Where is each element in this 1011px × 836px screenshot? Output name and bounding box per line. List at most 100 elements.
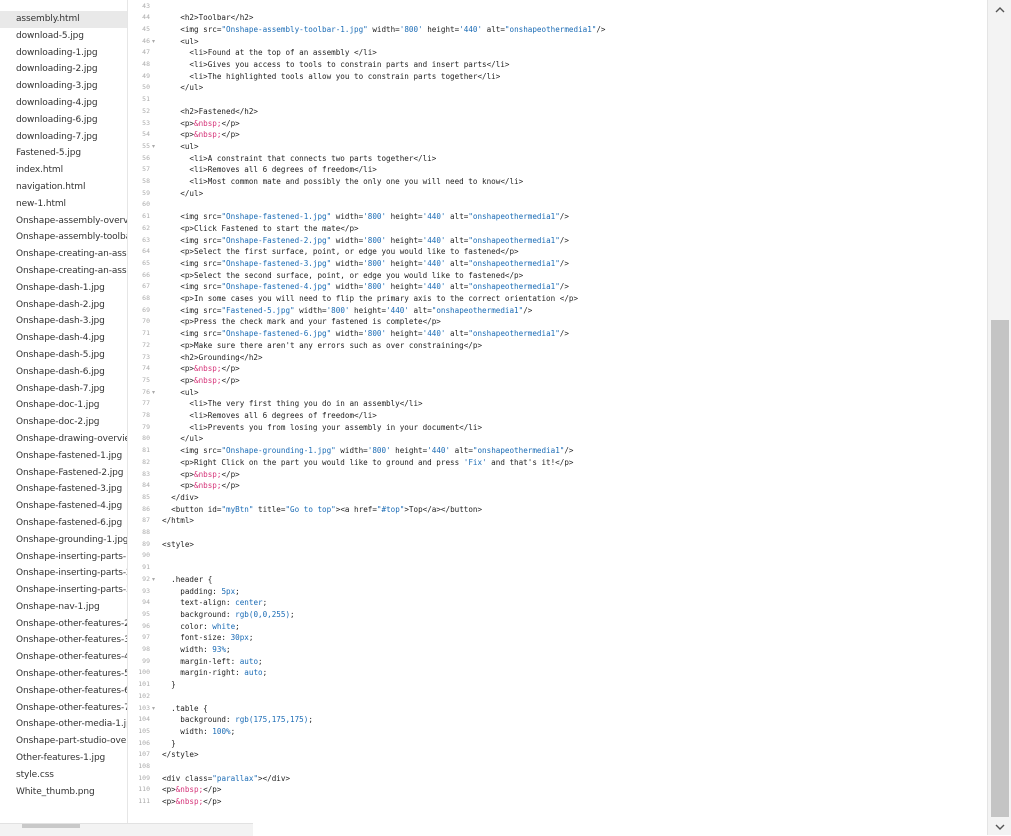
file-item[interactable]: downloading-1.jpg [0,45,127,62]
file-item[interactable]: Onshape-dash-4.jpg [0,330,127,347]
code-line[interactable]: <p>Select the first surface, point, or e… [162,246,518,258]
editor-scrollbar-thumb[interactable] [991,320,1009,817]
file-item[interactable]: style.css [0,767,127,784]
code-line[interactable]: <img src="Onshape-fastened-1.jpg" width=… [162,211,569,223]
file-item[interactable]: navigation.html [0,179,127,196]
file-item[interactable]: Onshape-nav-1.jpg [0,599,127,616]
file-item[interactable]: Onshape-fastened-1.jpg [0,448,127,465]
fold-toggle-icon[interactable]: ▾ [152,703,155,715]
file-item[interactable]: Onshape-creating-an-asse [0,263,127,280]
code-line[interactable]: <li>Most common mate and possibly the on… [162,176,523,188]
file-item[interactable]: downloading-7.jpg [0,129,127,146]
code-line[interactable]: <p>Right Click on the part you would lik… [162,457,573,469]
file-item[interactable]: Onshape-other-features-3. [0,632,127,649]
file-item[interactable]: Onshape-other-features-4. [0,649,127,666]
fold-toggle-icon[interactable]: ▾ [152,36,155,48]
code-line[interactable]: <button id="myBtn" title="Go to top"><a … [162,504,482,516]
code-line[interactable]: <h2>Fastened</h2> [162,106,258,118]
code-line[interactable]: <img src="Fastened-5.jpg" width='800' he… [162,305,532,317]
code-line[interactable]: <p>&nbsp;</p> [162,118,239,130]
code-line[interactable]: </ul> [162,188,203,200]
file-item[interactable]: Onshape-inserting-parts-1. [0,549,127,566]
code-editor[interactable]: <h2>Toolbar</h2> <img src="Onshape-assem… [162,0,984,823]
file-item[interactable]: Onshape-other-features-2. [0,616,127,633]
file-item[interactable]: Onshape-other-features-6. [0,683,127,700]
file-item[interactable]: Onshape-dash-1.jpg [0,280,127,297]
code-line[interactable]: <p>Press the check mark and your fastene… [162,316,441,328]
file-item[interactable]: download-5.jpg [0,28,127,45]
file-item[interactable]: Onshape-Fastened-2.jpg [0,465,127,482]
code-line[interactable]: <li>Gives you access to tools to constra… [162,59,509,71]
file-item[interactable]: Onshape-assembly-toolba [0,229,127,246]
code-line[interactable]: <p>&nbsp;</p> [162,469,239,481]
file-item[interactable]: Onshape-dash-6.jpg [0,364,127,381]
file-item[interactable]: Onshape-assembly-overv [0,213,127,230]
file-item[interactable]: downloading-2.jpg [0,61,127,78]
code-line[interactable]: padding: 5px; [162,586,239,598]
file-item[interactable]: Onshape-other-features-5. [0,666,127,683]
code-line[interactable]: <li>A constraint that connects two parts… [162,153,436,165]
code-line[interactable]: color: white; [162,621,239,633]
file-item[interactable]: White_thumb.png [0,784,127,801]
code-line[interactable]: <p>&nbsp;</p> [162,363,239,375]
file-item[interactable]: new-1.html [0,196,127,213]
file-item[interactable]: Onshape-dash-5.jpg [0,347,127,364]
code-line[interactable]: <p>In some cases you will need to flip t… [162,293,578,305]
file-item[interactable]: Other-features-1.jpg [0,750,127,767]
code-line[interactable]: <li>Found at the top of an assembly </li… [162,47,376,59]
code-line[interactable]: <ul> [162,141,198,153]
chevron-up-icon[interactable] [994,4,1006,16]
editor-vertical-scrollbar[interactable] [987,0,1011,835]
code-line[interactable]: </ul> [162,82,203,94]
code-line[interactable]: </div> [162,492,198,504]
code-line[interactable]: <img src="Onshape-grounding-1.jpg" width… [162,445,573,457]
code-line[interactable]: <li>Removes all 6 degrees of freedom</li… [162,164,376,176]
code-line[interactable]: </ul> [162,433,203,445]
fold-toggle-icon[interactable]: ▾ [152,574,155,586]
code-line[interactable]: <ul> [162,387,198,399]
sidebar-horizontal-scrollbar[interactable] [0,823,253,836]
chevron-down-icon[interactable] [994,821,1006,833]
code-line[interactable]: } [162,679,176,691]
code-line[interactable]: <p>Select the second surface, point, or … [162,270,523,282]
code-line[interactable]: <img src="Onshape-Fastened-2.jpg" width=… [162,235,569,247]
code-line[interactable]: } [162,738,176,750]
code-line[interactable]: <style> [162,539,194,551]
code-line[interactable]: <img src="Onshape-fastened-3.jpg" width=… [162,258,569,270]
code-line[interactable]: <p>&nbsp;</p> [162,796,221,808]
code-line[interactable]: <div class="parallax"></div> [162,773,290,785]
file-item[interactable]: index.html [0,162,127,179]
file-item[interactable]: Onshape-other-media-1.jp [0,716,127,733]
code-line[interactable]: <ul> [162,36,198,48]
code-line[interactable]: <h2>Toolbar</h2> [162,12,253,24]
code-line[interactable]: width: 100%; [162,726,235,738]
code-line[interactable]: margin-right: auto; [162,667,267,679]
fold-toggle-icon[interactable]: ▾ [152,387,155,399]
code-line[interactable]: <p>&nbsp;</p> [162,784,221,796]
code-line[interactable]: <li>The highlighted tools allow you to c… [162,71,500,83]
code-line[interactable]: .header { [162,574,212,586]
code-line[interactable]: <img src="Onshape-fastened-4.jpg" width=… [162,281,569,293]
code-line[interactable]: font-size: 30px; [162,632,253,644]
sidebar-scrollbar-thumb[interactable] [22,824,80,828]
code-line[interactable]: <li>Removes all 6 degrees of freedom</li… [162,410,376,422]
file-item[interactable]: Onshape-dash-2.jpg [0,297,127,314]
code-line[interactable]: <img src="Onshape-fastened-6.jpg" width=… [162,328,569,340]
code-line[interactable]: <p>&nbsp;</p> [162,375,239,387]
file-item[interactable]: Onshape-dash-3.jpg [0,313,127,330]
code-line[interactable]: <h2>Grounding</h2> [162,352,262,364]
file-item[interactable]: Onshape-doc-1.jpg [0,397,127,414]
code-line[interactable]: </html> [162,515,194,527]
file-item[interactable]: Onshape-other-features-7. [0,700,127,717]
code-line[interactable]: .table { [162,703,208,715]
file-item[interactable]: Onshape-creating-an-asse [0,246,127,263]
code-line[interactable]: <img src="Onshape-assembly-toolbar-1.jpg… [162,24,605,36]
code-line[interactable]: </style> [162,749,199,761]
file-item[interactable]: downloading-4.jpg [0,95,127,112]
code-line[interactable]: width: 93%; [162,644,230,656]
file-item[interactable]: downloading-3.jpg [0,78,127,95]
file-item[interactable]: Onshape-fastened-3.jpg [0,481,127,498]
fold-toggle-icon[interactable]: ▾ [152,141,155,153]
code-line[interactable]: background: rgb(0,0,255); [162,609,294,621]
file-item[interactable]: Fastened-5.jpg [0,145,127,162]
